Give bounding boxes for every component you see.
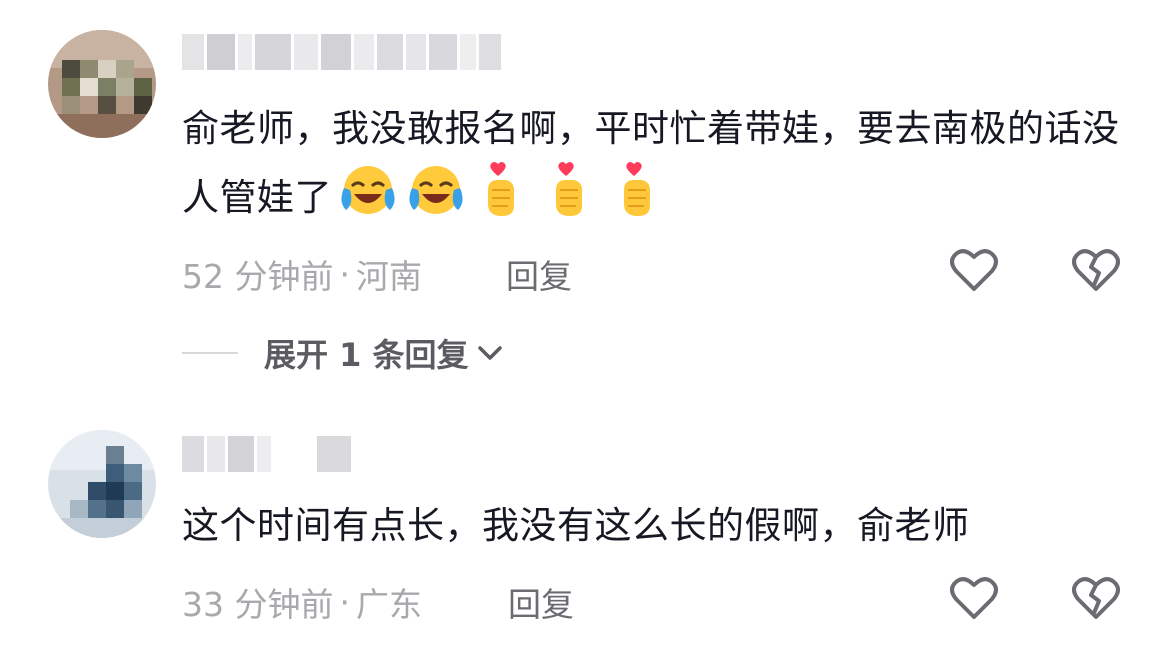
dislike-button[interactable]	[1070, 244, 1122, 296]
heart-outline-icon	[950, 577, 998, 619]
username-blurred[interactable]	[182, 34, 501, 70]
finger-heart-icon	[488, 162, 514, 216]
comment-meta: 33 分钟前 · 广东	[182, 578, 422, 626]
avatar[interactable]	[48, 430, 156, 538]
divider-line	[182, 352, 238, 354]
timestamp: 33 分钟前	[182, 585, 334, 624]
location: 河南	[355, 257, 422, 296]
location: 广东	[355, 585, 422, 624]
dislike-button[interactable]	[1070, 572, 1122, 624]
comment-text: 俞老师，我没敢报名啊，平时忙着带娃，要去南极的话没人管娃了	[182, 98, 1122, 229]
like-button[interactable]	[948, 572, 1000, 624]
separator-dot: ·	[339, 254, 350, 294]
finger-heart-icon	[624, 162, 650, 216]
finger-heart-icon	[556, 162, 582, 216]
comment-text-content: 这个时间有点长，我没有这么长的假啊，俞老师	[182, 504, 970, 547]
heart-outline-icon	[950, 249, 998, 291]
expand-replies-label: 展开 1 条回复	[264, 336, 469, 374]
laughing-crying-icon	[341, 166, 395, 214]
emoji-group	[338, 160, 670, 218]
broken-heart-icon	[1072, 249, 1120, 291]
comment-meta: 52 分钟前 · 河南	[182, 250, 422, 298]
chevron-down-icon	[477, 346, 502, 360]
reply-button[interactable]: 回复	[508, 578, 574, 626]
reply-button[interactable]: 回复	[506, 250, 572, 298]
comment-text: 这个时间有点长，我没有这么长的假啊，俞老师	[182, 495, 1122, 557]
timestamp: 52 分钟前	[182, 257, 334, 296]
expand-replies-button[interactable]: 展开 1 条回复	[182, 330, 503, 376]
username-blurred[interactable]	[182, 436, 351, 472]
like-button[interactable]	[948, 244, 1000, 296]
broken-heart-icon	[1072, 577, 1120, 619]
separator-dot: ·	[339, 582, 350, 622]
laughing-crying-icon	[409, 166, 463, 214]
avatar[interactable]	[48, 30, 156, 138]
